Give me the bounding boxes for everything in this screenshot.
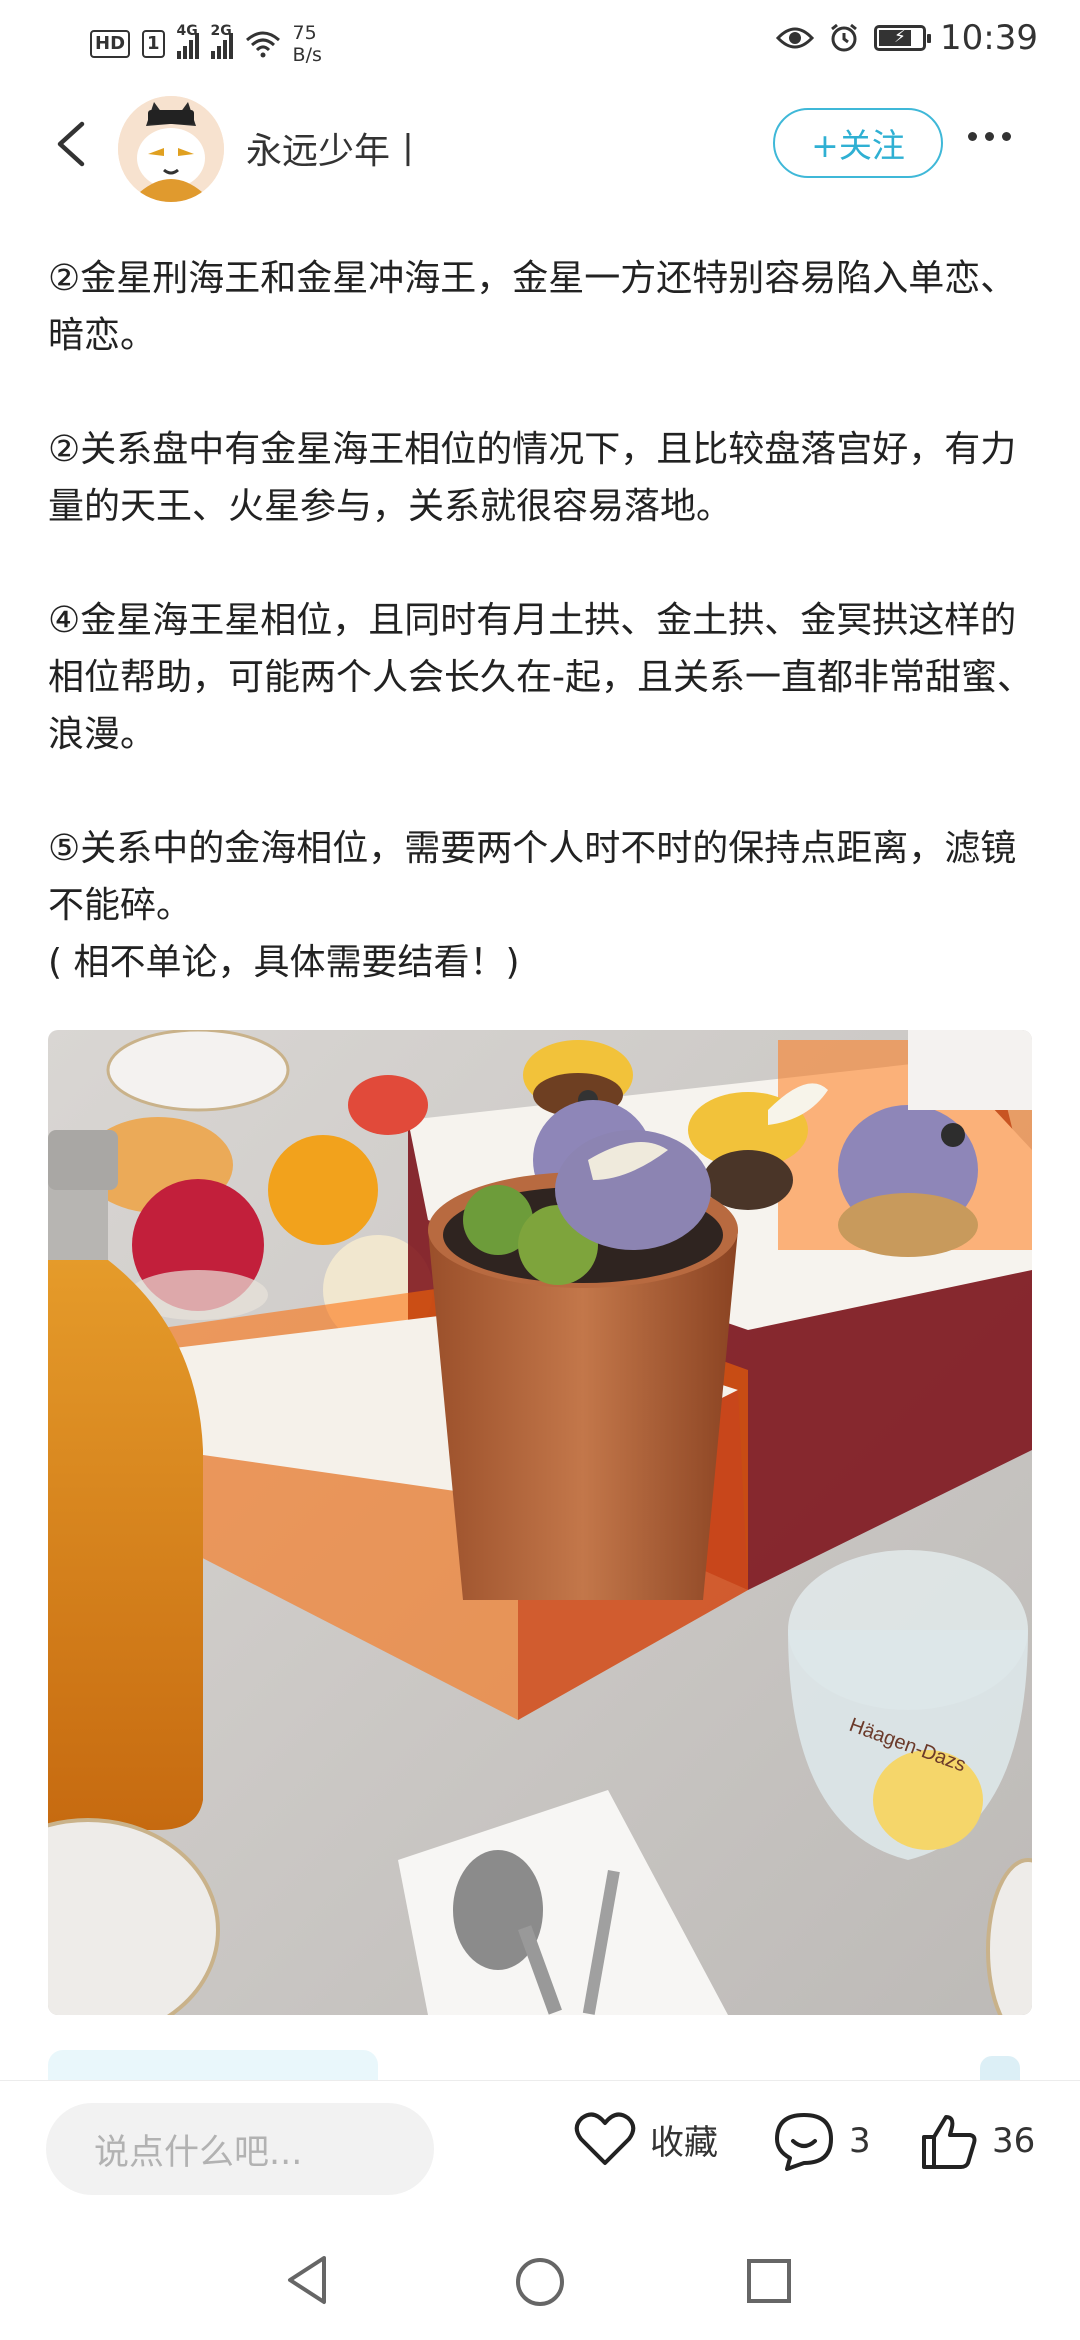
battery-icon: ⚡ [874,25,932,51]
signal-2g-icon: 2G [210,23,233,59]
wifi-icon [245,31,280,58]
info-dot [980,2056,1020,2080]
signal-4g-icon: 4G [176,23,199,59]
like-button[interactable]: 36 [918,2111,1035,2171]
post-photo[interactable]: Häagen-Dazs [48,1030,1032,2015]
avatar[interactable] [118,96,224,202]
comment-count: 3 [849,2121,871,2161]
comment-button[interactable]: 3 [773,2111,871,2171]
status-right: ⚡ 10:39 [776,18,1038,58]
signal-4g-label: 4G [176,23,198,39]
topic-tag[interactable] [48,2050,378,2080]
system-nav-bar [0,2220,1080,2340]
hd-badge: HD [90,30,131,58]
back-icon[interactable] [50,118,96,170]
paragraph-2: ②关系盘中有金星海王相位的情况下，且比较盘落宫好，有力量的天王、火星参与，关系就… [48,429,1017,527]
like-count: 36 [992,2121,1036,2161]
nav-recent-icon[interactable] [746,2258,792,2304]
status-left: HD 1 4G 2G 75 B/s [90,22,322,66]
nav-back-icon[interactable] [284,2254,330,2306]
bottom-action-bar: 说点什么吧... 收藏 3 36 [0,2080,1080,2221]
speed-unit: B/s [292,44,322,66]
tag-row-faded [0,2050,1080,2080]
comment-icon [775,2113,833,2171]
status-bar: HD 1 4G 2G 75 B/s ⚡ 10:39 [0,0,1080,84]
article-body: ②金星刑海王和金星冲海王，金星一方还特别容易陷入单恋、暗恋。 ②关系盘中有金星海… [48,250,1038,991]
heart-icon [574,2112,636,2165]
post-header: 永远少年丨 +关注 [0,96,1080,202]
alarm-icon [831,23,857,52]
network-speed: 75 B/s [293,22,322,66]
author-name[interactable]: 永远少年丨 [246,122,426,174]
paragraph-1: ②金星刑海王和金星冲海王，金星一方还特别容易陷入单恋、暗恋。 [48,258,1017,356]
avatar-cat-image [118,96,224,202]
collect-label: 收藏 [650,2122,718,2163]
sim-badge: 1 [142,30,165,58]
comment-input[interactable]: 说点什么吧... [46,2103,434,2195]
eye-icon [776,27,815,49]
dessert-photo: Häagen-Dazs [48,1030,1032,2015]
like-icon [922,2115,977,2169]
paragraph-5: ( 相不单论，具体需要结看！) [48,942,520,983]
follow-button[interactable]: +关注 [773,108,943,178]
paragraph-3: ④金星海王星相位，且同时有月土拱、金土拱、金冥拱这样的相位帮助，可能两个人会长久… [48,600,1033,755]
speed-value: 75 [292,22,317,44]
more-icon[interactable] [968,132,1011,141]
paragraph-4: ⑤关系中的金海相位，需要两个人时不时的保持点距离，滤镜不能碎。 [48,828,1017,926]
nav-home-icon[interactable] [514,2256,566,2308]
signal-2g-label: 2G [210,23,232,39]
collect-button[interactable]: 收藏 [574,2111,718,2167]
clock: 10:39 [940,18,1038,58]
